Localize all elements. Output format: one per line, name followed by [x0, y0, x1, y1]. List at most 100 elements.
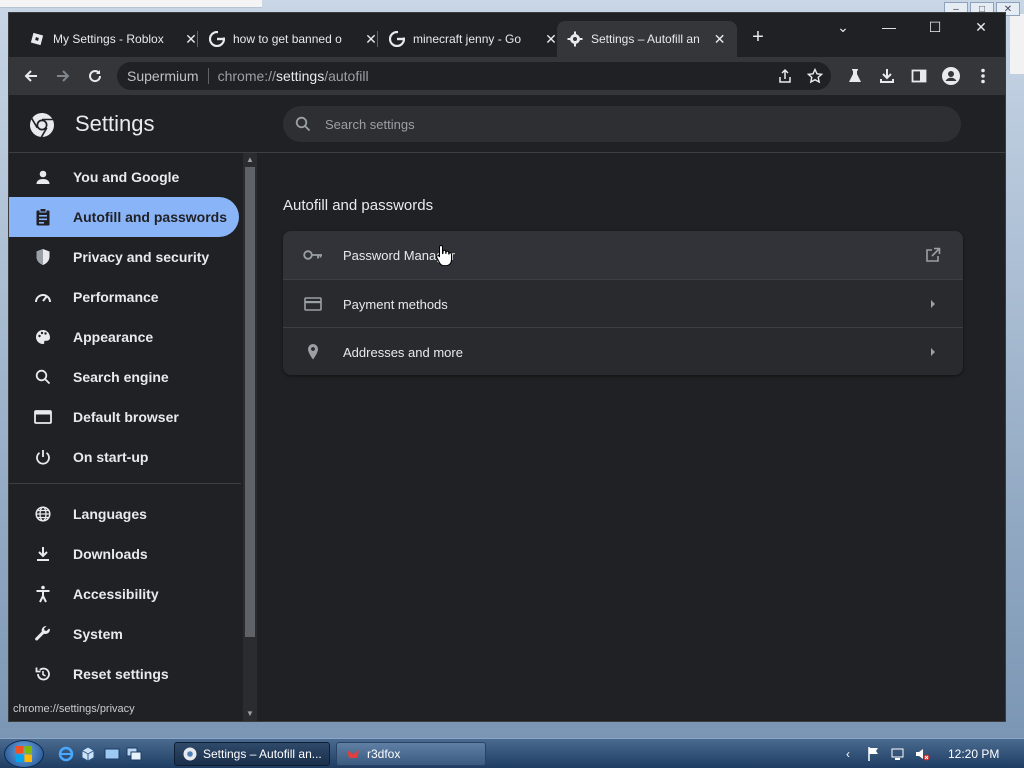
- download-icon: [33, 544, 53, 564]
- r3dfox-icon: [347, 750, 359, 758]
- key-icon: [303, 245, 323, 265]
- action-center-flag-icon[interactable]: [866, 746, 882, 762]
- tab-title: how to get banned o: [233, 32, 342, 46]
- scroll-down-icon[interactable]: ▼: [245, 709, 255, 719]
- sidebar-item-label: Accessibility: [73, 586, 159, 602]
- sidebar-item-label: On start-up: [73, 449, 149, 465]
- search-placeholder: Search settings: [325, 116, 415, 132]
- sidebar-scrollbar[interactable]: ▲ ▼: [243, 153, 257, 721]
- row-label: Payment methods: [343, 296, 448, 312]
- url-scheme: chrome://: [217, 68, 276, 84]
- internet-explorer-icon[interactable]: [58, 746, 74, 762]
- reload-button[interactable]: [83, 64, 107, 88]
- sidebar-item-label: Autofill and passwords: [73, 209, 228, 225]
- sidebar-item-languages[interactable]: Languages: [9, 494, 239, 534]
- bookmark-star-icon[interactable]: [806, 67, 824, 87]
- person-icon: [33, 167, 53, 187]
- settings-page: Settings Search settings You and Google …: [9, 95, 1005, 721]
- tab-google-search-2[interactable]: minecraft jenny - Go ✕: [379, 21, 569, 57]
- close-window-button[interactable]: ✕: [969, 19, 993, 36]
- sidebar-item-appearance[interactable]: Appearance: [9, 317, 239, 357]
- settings-sidebar: You and Google Autofill and passwords Pr…: [9, 153, 243, 721]
- sidebar-item-accessibility[interactable]: Accessibility: [9, 574, 239, 614]
- tab-title: minecraft jenny - Go: [413, 32, 522, 46]
- toolbar: Supermium chrome://settings/autofill: [9, 57, 1005, 95]
- network-icon[interactable]: [890, 746, 906, 762]
- palette-icon: [33, 327, 53, 347]
- site-chip: Supermium: [127, 68, 199, 84]
- browser-icon: [33, 407, 53, 427]
- tab-settings[interactable]: Settings – Autofill an ✕: [557, 21, 737, 57]
- sidebar-item-on-startup[interactable]: On start-up: [9, 437, 239, 477]
- download-icon[interactable]: [877, 66, 897, 86]
- tab-separator: [377, 31, 378, 47]
- taskbar-item-r3dfox[interactable]: r3dfox: [336, 742, 486, 766]
- row-label: Addresses and more: [343, 344, 463, 360]
- forward-button[interactable]: [51, 64, 75, 88]
- sidebar-item-label: Appearance: [73, 329, 154, 345]
- sidebar-item-default-browser[interactable]: Default browser: [9, 397, 239, 437]
- sidebar-item-label: Search engine: [73, 369, 169, 385]
- labs-flask-icon[interactable]: [845, 66, 865, 86]
- sidebar-item-performance[interactable]: Performance: [9, 277, 239, 317]
- clipboard-icon: [33, 207, 53, 227]
- row-payment-methods[interactable]: Payment methods: [283, 280, 963, 328]
- menu-kebab-icon[interactable]: [973, 66, 993, 86]
- omnibox-separator: [207, 68, 209, 84]
- location-pin-icon: [303, 342, 323, 362]
- switch-windows-icon[interactable]: [126, 746, 142, 762]
- tab-separator: [197, 31, 198, 47]
- tab-search-chevron-icon[interactable]: ⌄: [831, 19, 855, 36]
- tab-title: My Settings - Roblox: [53, 32, 164, 46]
- 3d-box-icon[interactable]: [80, 746, 96, 762]
- new-tab-button[interactable]: +: [747, 27, 769, 47]
- credit-card-icon: [303, 294, 323, 314]
- status-bubble-url: chrome://settings/privacy: [9, 703, 139, 719]
- sidebar-item-label: Languages: [73, 506, 147, 522]
- sidebar-item-downloads[interactable]: Downloads: [9, 534, 239, 574]
- arrow-right-icon[interactable]: [923, 294, 943, 314]
- scroll-up-icon[interactable]: ▲: [245, 155, 255, 165]
- wrench-icon: [33, 624, 53, 644]
- globe-icon: [33, 504, 53, 524]
- tab-google-search-1[interactable]: how to get banned o ✕: [199, 21, 389, 57]
- taskbar-item-browser[interactable]: Settings – Autofill an...: [174, 742, 330, 766]
- sidebar-item-search-engine[interactable]: Search engine: [9, 357, 239, 397]
- arrow-right-icon[interactable]: [923, 342, 943, 362]
- row-password-manager[interactable]: Password Manager: [283, 231, 963, 279]
- close-icon[interactable]: ✕: [712, 31, 727, 48]
- start-button[interactable]: [4, 740, 44, 768]
- autofill-card: Password Manager Payment methods Address…: [283, 231, 963, 375]
- search-icon: [33, 367, 53, 387]
- maximize-button[interactable]: ☐: [923, 19, 947, 36]
- row-addresses[interactable]: Addresses and more: [283, 328, 963, 375]
- search-input[interactable]: Search settings: [283, 106, 961, 142]
- reset-icon: [33, 664, 53, 684]
- sidebar-item-reset-settings[interactable]: Reset settings: [9, 654, 239, 694]
- google-icon: [389, 31, 405, 47]
- scrollbar-thumb[interactable]: [245, 167, 255, 637]
- volume-muted-icon[interactable]: [914, 746, 930, 762]
- back-button[interactable]: [19, 64, 43, 88]
- sidebar-item-you-and-google[interactable]: You and Google: [9, 157, 239, 197]
- chromium-logo-icon: [29, 112, 54, 138]
- show-desktop-icon[interactable]: [104, 746, 120, 762]
- minimize-button[interactable]: —: [877, 19, 901, 35]
- tab-roblox[interactable]: My Settings - Roblox ✕: [19, 21, 209, 57]
- share-icon[interactable]: [777, 68, 793, 87]
- sidebar-item-label: System: [73, 626, 123, 642]
- sidebar-item-privacy[interactable]: Privacy and security: [9, 237, 239, 277]
- sidebar-item-system[interactable]: System: [9, 614, 239, 654]
- side-panel-icon[interactable]: [909, 66, 929, 86]
- tray-expand-icon[interactable]: ‹: [846, 747, 850, 761]
- gear-icon: [567, 31, 583, 47]
- taskbar: Settings – Autofill an... r3dfox ‹ 12:20…: [0, 738, 1024, 768]
- profile-avatar[interactable]: [941, 66, 961, 86]
- external-link-icon[interactable]: [923, 245, 943, 265]
- chromium-logo-icon: [183, 747, 197, 761]
- taskbar-item-label: Settings – Autofill an...: [203, 747, 322, 761]
- power-icon: [33, 447, 53, 467]
- sidebar-item-autofill[interactable]: Autofill and passwords: [9, 197, 239, 237]
- arrow-left-icon: [24, 70, 37, 82]
- address-bar[interactable]: Supermium chrome://settings/autofill: [117, 62, 831, 90]
